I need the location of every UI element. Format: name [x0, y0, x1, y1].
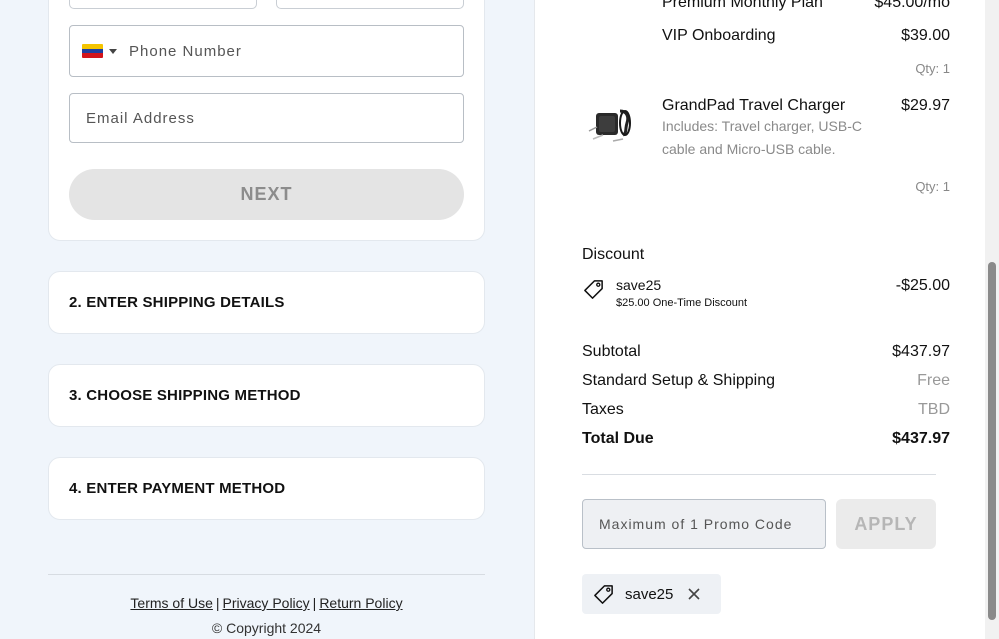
subtotal-label: Subtotal	[582, 343, 641, 360]
phone-number-placeholder: Phone Number	[129, 42, 242, 60]
item-name-travel-charger: GrandPad Travel Charger	[662, 97, 846, 114]
first-name-field[interactable]	[69, 0, 257, 9]
step-shipping-details[interactable]: 2. ENTER SHIPPING DETAILS	[48, 271, 485, 334]
terms-of-use-link[interactable]: Terms of Use	[130, 595, 212, 611]
item-price-travel-charger: $29.97	[901, 97, 950, 114]
promo-code-input[interactable]: Maximum of 1 Promo Code	[582, 499, 826, 549]
discount-code: save25	[616, 277, 662, 293]
checkout-form-column: Phone Number Email Address NEXT 2. ENTER…	[0, 0, 534, 639]
email-address-field[interactable]: Email Address	[69, 93, 464, 143]
apply-promo-button[interactable]: APPLY	[836, 499, 936, 549]
item-qty-travel-charger: Qty: 1	[915, 179, 950, 194]
step-payment-method[interactable]: 4. ENTER PAYMENT METHOD	[48, 457, 485, 520]
taxes-value: TBD	[918, 401, 950, 418]
shipping-label: Standard Setup & Shipping	[582, 372, 776, 389]
item-price-vip-onboarding: $39.00	[901, 27, 950, 44]
applied-promo-chip: save25	[582, 574, 721, 614]
taxes-label: Taxes	[582, 401, 624, 418]
discount-heading: Discount	[582, 246, 645, 263]
item-description-line-2: cable and Micro-USB cable.	[662, 141, 836, 157]
step-shipping-method[interactable]: 3. CHOOSE SHIPPING METHOD	[48, 364, 485, 427]
email-address-placeholder: Email Address	[86, 109, 195, 127]
total-due-value: $437.97	[892, 430, 950, 447]
footer-separator: |	[312, 595, 317, 611]
promo-code-placeholder: Maximum of 1 Promo Code	[599, 516, 793, 532]
privacy-policy-link[interactable]: Privacy Policy	[223, 595, 310, 611]
discount-description: $25.00 One-Time Discount	[616, 297, 748, 309]
scrollbar[interactable]	[985, 0, 999, 639]
item-name-premium-plan: Premium Monthly Plan	[662, 0, 823, 11]
last-name-field[interactable]	[276, 0, 464, 9]
venezuela-flag-icon[interactable]	[82, 44, 103, 58]
next-button[interactable]: NEXT	[69, 169, 464, 220]
phone-number-field[interactable]: Phone Number	[69, 25, 464, 77]
travel-charger-image	[588, 109, 631, 142]
footer-separator: |	[215, 595, 220, 611]
tag-icon	[584, 280, 603, 299]
footer-divider	[48, 574, 485, 575]
item-description-line-1: Includes: Travel charger, USB-C	[662, 118, 862, 134]
item-name-vip-onboarding: VIP Onboarding	[662, 27, 776, 44]
discount-amount: -$25.00	[895, 277, 950, 294]
return-policy-link[interactable]: Return Policy	[319, 595, 402, 611]
shipping-value: Free	[917, 372, 950, 389]
item-price-premium-plan: $45.00/mo	[874, 0, 950, 11]
subtotal-value: $437.97	[892, 343, 950, 360]
tag-icon	[594, 584, 613, 604]
total-due-label: Total Due	[582, 430, 654, 447]
applied-promo-code: save25	[625, 585, 674, 603]
close-icon[interactable]	[687, 587, 701, 601]
caret-down-icon[interactable]	[109, 48, 117, 54]
item-qty-vip-onboarding: Qty: 1	[915, 61, 950, 76]
summary-divider	[582, 474, 936, 475]
footer-links: Terms of Use | Privacy Policy | Return Polic…	[48, 595, 485, 611]
scrollbar-thumb[interactable]	[988, 262, 996, 620]
copyright-text: © Copyright 2024	[211, 620, 322, 636]
